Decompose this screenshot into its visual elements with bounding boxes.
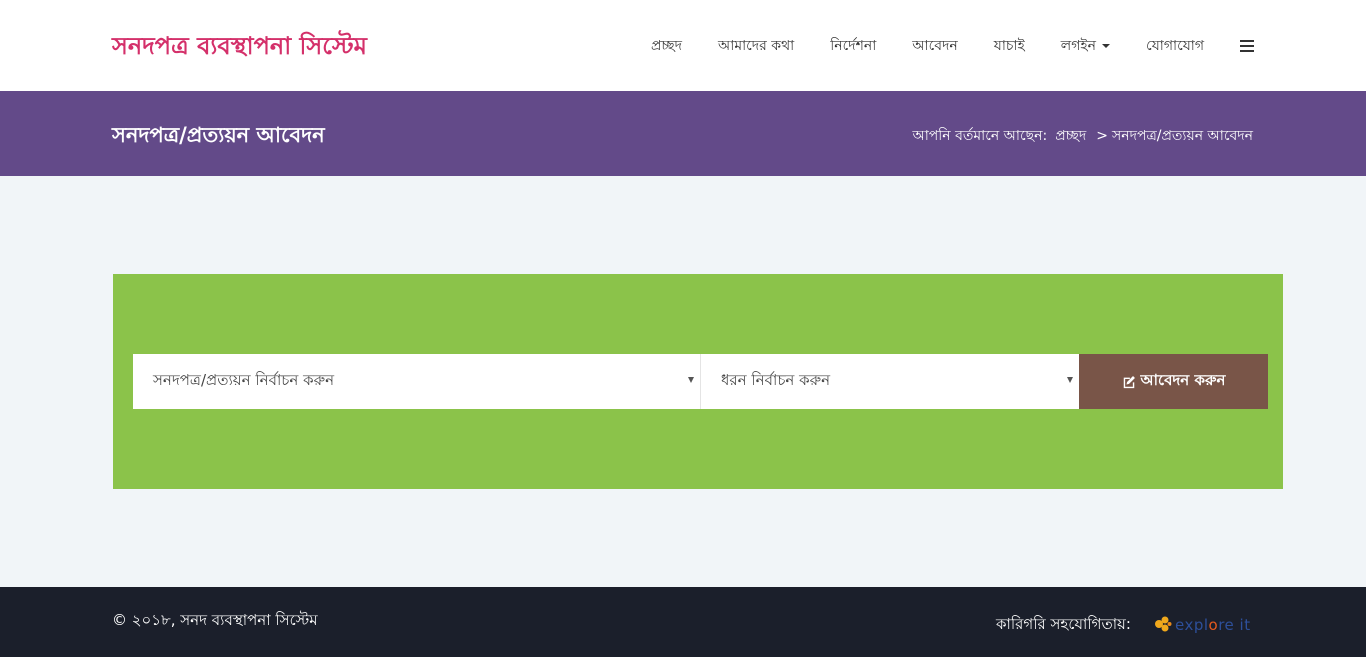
category-select-value: ধরন নির্বাচন করুন [721,371,831,389]
breadcrumb-current: সনদপত্র/প্রত্যয়ন আবেদন [1112,128,1253,144]
technical-credit-label: কারিগরি সহযোগিতায়: [996,615,1131,633]
application-form-panel: সনদপত্র/প্রত্যয়ন নির্বাচন করুন ধরন নির্… [113,274,1283,489]
dropdown-arrow-icon [688,377,694,383]
edit-icon [1123,375,1135,388]
breadcrumb: আপনি বর্তমানে আছেন: প্রচ্ছদ > সনদপত্র/প্… [912,124,1253,148]
main-nav: প্রচ্ছদ আমাদের কথা নির্দেশনা আবেদন যাচাই… [615,0,1254,91]
certificate-select-value: সনদপত্র/প্রত্যয়ন নির্বাচন করুন [153,371,335,389]
page-title: সনদপত্র/প্রত্যয়ন আবেদন [112,122,325,147]
nav-item-verify[interactable]: যাচাই [994,34,1025,58]
nav-item-instructions[interactable]: নির্দেশনা [830,34,876,58]
page-header-banner: সনদপত্র/প্রত্যয়ন আবেদন আপনি বর্তমানে আছ… [0,91,1366,176]
apply-button-label: আবেদন করুন [1140,371,1226,389]
explore-it-wordmark: explore it [1175,616,1251,634]
caret-down-icon [1102,43,1111,48]
apply-submit-button[interactable]: আবেদন করুন [1079,354,1268,409]
nav-item-about[interactable]: আমাদের কথা [718,34,794,58]
top-navbar: সনদপত্র ব্যবস্থাপনা সিস্টেম প্রচ্ছদ আমাদ… [0,0,1366,91]
nav-item-apply[interactable]: আবেদন [912,34,957,58]
breadcrumb-separator: > [1096,128,1108,144]
nav-item-home[interactable]: প্রচ্ছদ [651,34,682,58]
site-footer: © ২০১৮, সনদ ব্যবস্থাপনা সিস্টেম কারিগরি … [0,587,1366,657]
certificate-type-select[interactable]: সনদপত্র/প্রত্যয়ন নির্বাচন করুন [133,354,701,409]
nav-item-contact[interactable]: যোগাযোগ [1146,34,1204,58]
breadcrumb-home-link[interactable]: প্রচ্ছদ [1055,124,1086,148]
explore-it-logo-icon [1155,616,1172,632]
site-brand-title[interactable]: সনদপত্র ব্যবস্থাপনা সিস্টেম [112,28,367,68]
copyright-text: © ২০১৮, সনদ ব্যবস্থাপনা সিস্টেম [112,611,318,629]
explore-it-partner-link[interactable]: explore it [1153,615,1251,635]
dropdown-arrow-icon [1067,377,1073,383]
nav-item-login-dropdown[interactable]: লগইন [1060,34,1111,58]
nav-item-login-label: লগইন [1060,37,1097,54]
category-select[interactable]: ধরন নির্বাচন করুন [701,354,1079,409]
breadcrumb-prefix: আপনি বর্তমানে আছেন: [912,128,1048,144]
hamburger-menu-icon[interactable] [1240,39,1254,52]
